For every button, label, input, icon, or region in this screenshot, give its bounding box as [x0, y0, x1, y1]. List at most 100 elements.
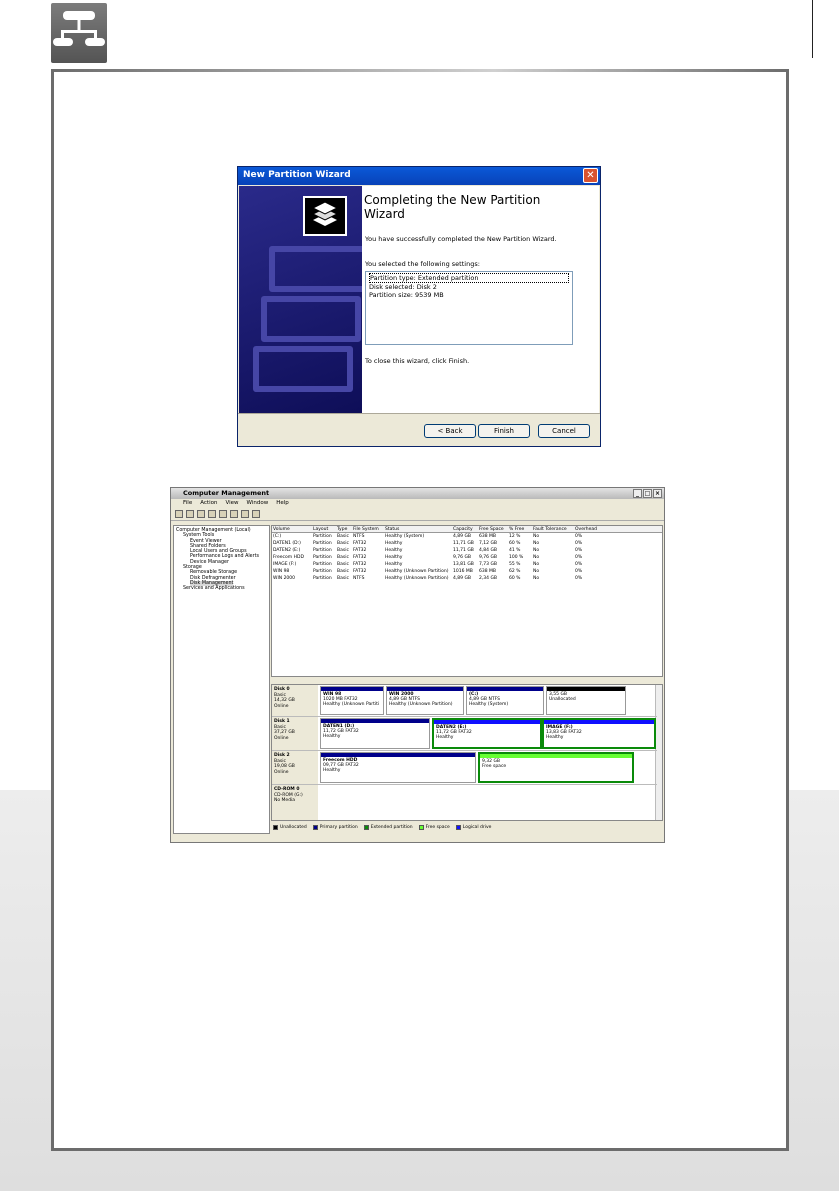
maximize-icon[interactable]: □ [643, 489, 652, 498]
table-cell: 60 % [509, 541, 521, 546]
legend-swatch [455, 824, 461, 830]
table-cell: 100 % [509, 555, 524, 560]
table-cell: Basic [337, 569, 349, 574]
table-row[interactable]: (C:) Partition Basic NTFS Healthy (System) 4,… [272, 533, 662, 540]
menu-view[interactable]: View [225, 500, 238, 508]
legend-swatch [312, 824, 318, 830]
table-cell: 638 MB [479, 569, 496, 574]
table-cell: Healthy [385, 541, 403, 546]
table-cell: Partition [313, 576, 332, 581]
table-cell: DATEN1 (D:) [273, 541, 301, 546]
show-tree-icon[interactable] [208, 510, 216, 518]
table-cell: FAT32 [353, 569, 367, 574]
disk-info[interactable]: Disk 0 Basic 14,32 GB Online [272, 685, 318, 716]
help-icon[interactable] [230, 510, 238, 518]
table-cell: No [533, 562, 540, 567]
back-button[interactable]: < Back [424, 424, 476, 438]
forward-arrow-icon[interactable] [186, 510, 194, 518]
table-cell: Partition [313, 541, 332, 546]
legend-label: Unallocated [280, 824, 307, 830]
network-diagram-icon [51, 3, 107, 63]
back-arrow-icon[interactable] [175, 510, 183, 518]
partition-block[interactable]: 9,32 GB Free space [478, 752, 634, 783]
table-cell: 62 % [509, 569, 521, 574]
table-row[interactable]: Freecom HDD Partition Basic FAT32 Healthy 9,7… [272, 554, 662, 561]
cm-menu-bar: File Action View Window Help [171, 499, 664, 509]
properties-icon[interactable] [219, 510, 227, 518]
disk-info[interactable]: Disk 1 Basic 37,27 GB Online [272, 717, 318, 750]
menu-action[interactable]: Action [200, 500, 217, 508]
disk-stack-graphic [269, 246, 362, 292]
menu-window[interactable]: Window [247, 500, 269, 508]
table-cell: DATEN2 (E:) [273, 548, 301, 553]
list-item: Partition size: 9539 MB [369, 291, 444, 299]
partition-text: DATEN2 (E:) 11,72 GB FAT32 Healthy [434, 724, 540, 741]
partition-text: WIN 2000 4,89 GB NTFS Healthy (Unknown Par… [387, 691, 463, 708]
partition-line: Healthy (System) [469, 702, 509, 707]
partition-block[interactable]: WIN 2000 4,89 GB NTFS Healthy (Unknown Par… [386, 686, 464, 715]
minimize-icon[interactable]: _ [633, 489, 642, 498]
table-cell: 2,34 GB [479, 576, 498, 581]
up-folder-icon[interactable] [197, 510, 205, 518]
table-cell: NTFS [353, 534, 365, 539]
table-cell: 0% [575, 555, 583, 560]
wizard-settings-list[interactable]: Partition type: Extended partition Disk … [365, 271, 573, 345]
table-cell: WIN 2000 [273, 576, 296, 581]
tree-item[interactable]: Services and Applications [176, 586, 267, 591]
table-cell: Overhead [575, 527, 597, 532]
table-row[interactable]: WIN 98 Partition Basic FAT32 Healthy (Unknow… [272, 568, 662, 575]
partition-block[interactable]: DATEN2 (E:) 11,72 GB FAT32 Healthy [432, 718, 542, 749]
list-item: Partition type: Extended partition [369, 273, 569, 283]
disk-info-line: Online [274, 769, 289, 775]
table-row[interactable]: DATEN2 (E:) Partition Basic FAT32 Healthy 11,… [272, 547, 662, 554]
wizard-body: Completing the New Partition Wizard You … [239, 186, 599, 413]
wizard-button-bar: < Back Finish Cancel [238, 413, 600, 447]
table-cell: File System [353, 527, 379, 532]
partition-block[interactable]: WIN 98 1020 MB FAT32 Healthy (Unknown Part… [320, 686, 384, 715]
tree-item-label: Services and Applications [183, 586, 245, 592]
menu-file[interactable]: File [183, 500, 192, 508]
table-cell: 9,76 GB [453, 555, 472, 560]
table-cell: 4,89 GB [453, 534, 472, 539]
table-cell: 55 % [509, 562, 521, 567]
table-header: Volume Layout Type File System Status Capacit… [272, 526, 662, 533]
volume-table: Volume Layout Type File System Status Capacit… [272, 526, 662, 582]
table-cell: 7,73 GB [479, 562, 498, 567]
export-icon[interactable] [241, 510, 249, 518]
partition-text: IMAGE (F:) 13,83 GB FAT32 Healthy [544, 724, 654, 741]
partition-text: WIN 98 1020 MB FAT32 Healthy (Unknown Part… [321, 691, 383, 708]
table-cell: 0% [575, 548, 583, 553]
table-cell: Type [337, 527, 348, 532]
partition-legend: Unallocated Primary partition Extended par… [271, 822, 663, 832]
table-cell: 1016 MB [453, 569, 473, 574]
list-item: Disk selected: Disk 2 [369, 283, 437, 291]
new-partition-wizard-window: New Partition Wizard ✕ Completing the Ne… [237, 166, 601, 447]
partition-block[interactable]: 3,55 GB Unallocated [546, 686, 626, 715]
partition-block[interactable]: Freecom HDD 09,77 GB FAT32 Healthy [320, 752, 476, 783]
close-icon[interactable]: × [653, 489, 662, 498]
partition-block[interactable]: DATEN1 (D:) 11,72 GB FAT32 Healthy [320, 718, 430, 749]
refresh-icon[interactable] [252, 510, 260, 518]
table-row[interactable]: WIN 2000 Partition Basic NTFS Healthy (Unkno… [272, 575, 662, 582]
cancel-button[interactable]: Cancel [538, 424, 590, 438]
disk-info-line: Online [274, 735, 289, 741]
table-cell: NTFS [353, 576, 365, 581]
console-tree[interactable]: Computer Management (Local) System Tools E… [173, 525, 270, 834]
finish-button[interactable]: Finish [478, 424, 530, 438]
table-cell: FAT32 [353, 555, 367, 560]
table-row[interactable]: DATEN1 (D:) Partition Basic FAT32 Healthy 11,… [272, 540, 662, 547]
partition-block[interactable]: IMAGE (F:) 13,83 GB FAT32 Healthy [542, 718, 656, 749]
disk-info[interactable]: Disk 2 Basic 19,08 GB Online [272, 751, 318, 784]
close-icon[interactable]: ✕ [583, 168, 598, 183]
legend-label: Logical drive [462, 824, 492, 830]
table-cell: No [533, 576, 540, 581]
disk-info[interactable]: CD-ROM 0 CD-ROM (G:) No Media [272, 785, 318, 820]
wizard-heading: Completing the New Partition Wizard [364, 193, 541, 221]
table-cell: 0% [575, 569, 583, 574]
table-row[interactable]: IMAGE (F:) Partition Basic FAT32 Healthy 13,8… [272, 561, 662, 568]
partition-block[interactable]: (C:) 4,89 GB NTFS Healthy (System) [466, 686, 544, 715]
table-cell: Healthy (Unknown Partition) [385, 576, 449, 581]
partition-line: Healthy (Unknown Partiti [323, 702, 380, 707]
menu-help[interactable]: Help [276, 500, 289, 508]
legend-swatch [273, 824, 278, 830]
